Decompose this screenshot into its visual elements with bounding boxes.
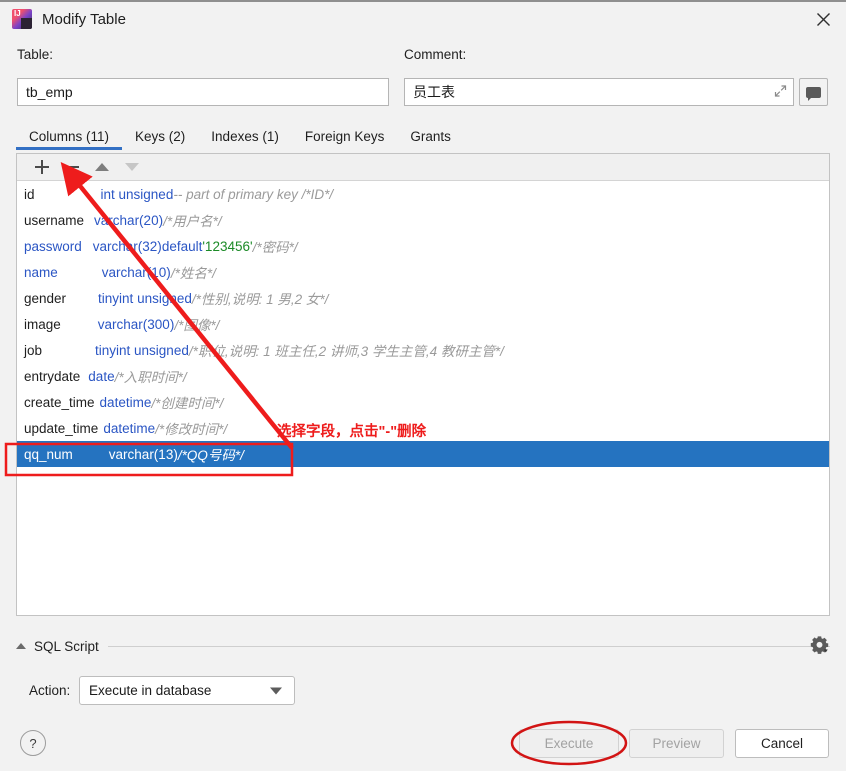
column-name: image — [24, 317, 61, 332]
column-comment: /*修改时间*/ — [155, 418, 227, 438]
column-type: varchar(13) — [109, 447, 178, 462]
plus-icon — [35, 160, 49, 174]
column-type: tinyint unsigned — [95, 343, 189, 358]
column-name: entrydate — [24, 369, 80, 384]
triangle-down-icon — [125, 163, 139, 171]
column-name: job — [24, 343, 42, 358]
tab-columns-11[interactable]: Columns (11) — [16, 124, 122, 150]
modify-table-dialog: Modify Table Table: tb_emp Comment: 员工表 … — [0, 0, 846, 771]
column-default-value: '123456' — [202, 239, 252, 254]
table-row[interactable]: job tinyint unsigned /*职位,说明: 1 班主任,2 讲师,… — [17, 337, 829, 363]
table-row[interactable]: qq_num varchar(13) /*QQ号码*/ — [17, 441, 829, 467]
column-type: date — [88, 369, 114, 384]
cancel-button[interactable]: Cancel — [735, 729, 829, 758]
divider — [108, 646, 830, 647]
column-name: gender — [24, 291, 66, 306]
chevron-down-icon — [270, 687, 282, 694]
column-comment: /*姓名*/ — [171, 262, 216, 282]
column-type: int unsigned — [101, 187, 174, 202]
columns-toolbar — [17, 154, 829, 181]
column-name: password — [24, 239, 82, 254]
action-select[interactable]: Execute in database — [79, 676, 295, 705]
remove-column-button[interactable] — [57, 155, 87, 180]
annotation-callout: 选择字段，点击"-"删除 — [277, 420, 426, 441]
table-row[interactable]: image varchar(300) /*图像*/ — [17, 311, 829, 337]
table-row[interactable]: name varchar(10) /*姓名*/ — [17, 259, 829, 285]
comment-bubble-icon[interactable] — [799, 78, 828, 106]
triangle-up-icon — [95, 163, 109, 171]
intellij-idea-icon — [12, 9, 32, 29]
columns-panel: id int unsigned -- part of primary key /*… — [16, 153, 830, 616]
column-comment: /*创建时间*/ — [151, 392, 223, 412]
action-selected-value: Execute in database — [89, 683, 211, 698]
tab-grants[interactable]: Grants — [397, 124, 464, 150]
column-type: datetime — [100, 395, 152, 410]
table-row[interactable]: entrydate date /*入职时间*/ — [17, 363, 829, 389]
column-name: create_time — [24, 395, 95, 410]
column-comment: /*密码*/ — [253, 236, 298, 256]
column-comment: -- part of primary key /*ID*/ — [173, 187, 333, 202]
expand-diagonal-icon[interactable] — [774, 85, 787, 100]
table-label: Table: — [17, 47, 53, 62]
column-name: id — [24, 187, 35, 202]
execute-button[interactable]: Execute — [519, 729, 619, 758]
tab-keys-2[interactable]: Keys (2) — [122, 124, 198, 150]
column-type: varchar(300) — [98, 317, 175, 332]
move-up-button[interactable] — [87, 155, 117, 180]
column-name: update_time — [24, 421, 98, 436]
column-comment: /*性别,说明: 1 男,2 女*/ — [192, 288, 329, 308]
column-default-keyword: default — [162, 239, 203, 254]
move-down-button — [117, 155, 147, 180]
gear-icon[interactable] — [806, 631, 832, 657]
add-column-button[interactable] — [27, 155, 57, 180]
triangle-up-icon[interactable] — [16, 643, 26, 649]
table-row[interactable]: create_time datetime /*创建时间*/ — [17, 389, 829, 415]
table-row[interactable]: username varchar(20) /*用户名*/ — [17, 207, 829, 233]
table-row[interactable]: id int unsigned -- part of primary key /*… — [17, 181, 829, 207]
window-title: Modify Table — [42, 11, 126, 28]
column-comment: /*用户名*/ — [163, 210, 222, 230]
action-label: Action: — [29, 683, 70, 698]
tab-bar: Columns (11)Keys (2)Indexes (1)Foreign K… — [16, 122, 464, 150]
column-comment: /*图像*/ — [174, 314, 219, 334]
table-name-value: tb_emp — [26, 84, 73, 100]
sql-script-header[interactable]: SQL Script — [16, 635, 830, 657]
column-type: datetime — [103, 421, 155, 436]
help-button[interactable]: ? — [20, 730, 46, 756]
comment-label: Comment: — [404, 47, 466, 62]
column-name: username — [24, 213, 84, 228]
bubble-shape — [806, 87, 821, 98]
table-row[interactable]: password varchar(32) default '123456' /*密… — [17, 233, 829, 259]
column-type: tinyint unsigned — [98, 291, 192, 306]
sql-script-title: SQL Script — [34, 639, 99, 654]
tab-foreign-keys[interactable]: Foreign Keys — [292, 124, 398, 150]
preview-button[interactable]: Preview — [629, 729, 724, 758]
column-type: varchar(20) — [94, 213, 163, 228]
comment-value: 员工表 — [413, 82, 455, 102]
close-icon[interactable] — [800, 2, 846, 36]
minus-icon — [65, 166, 79, 168]
comment-input[interactable]: 员工表 — [404, 78, 794, 106]
column-comment: /*入职时间*/ — [115, 366, 187, 386]
column-comment: /*职位,说明: 1 班主任,2 讲师,3 学生主管,4 教研主管*/ — [189, 340, 504, 360]
column-type: varchar(10) — [102, 265, 171, 280]
title-bar: Modify Table — [0, 0, 846, 36]
tab-indexes-1[interactable]: Indexes (1) — [198, 124, 292, 150]
column-comment: /*QQ号码*/ — [178, 444, 244, 464]
column-type: varchar(32) — [93, 239, 162, 254]
table-row[interactable]: gender tinyint unsigned /*性别,说明: 1 男,2 女*… — [17, 285, 829, 311]
column-name: name — [24, 265, 58, 280]
column-name: qq_num — [24, 447, 73, 462]
table-name-input[interactable]: tb_emp — [17, 78, 389, 106]
